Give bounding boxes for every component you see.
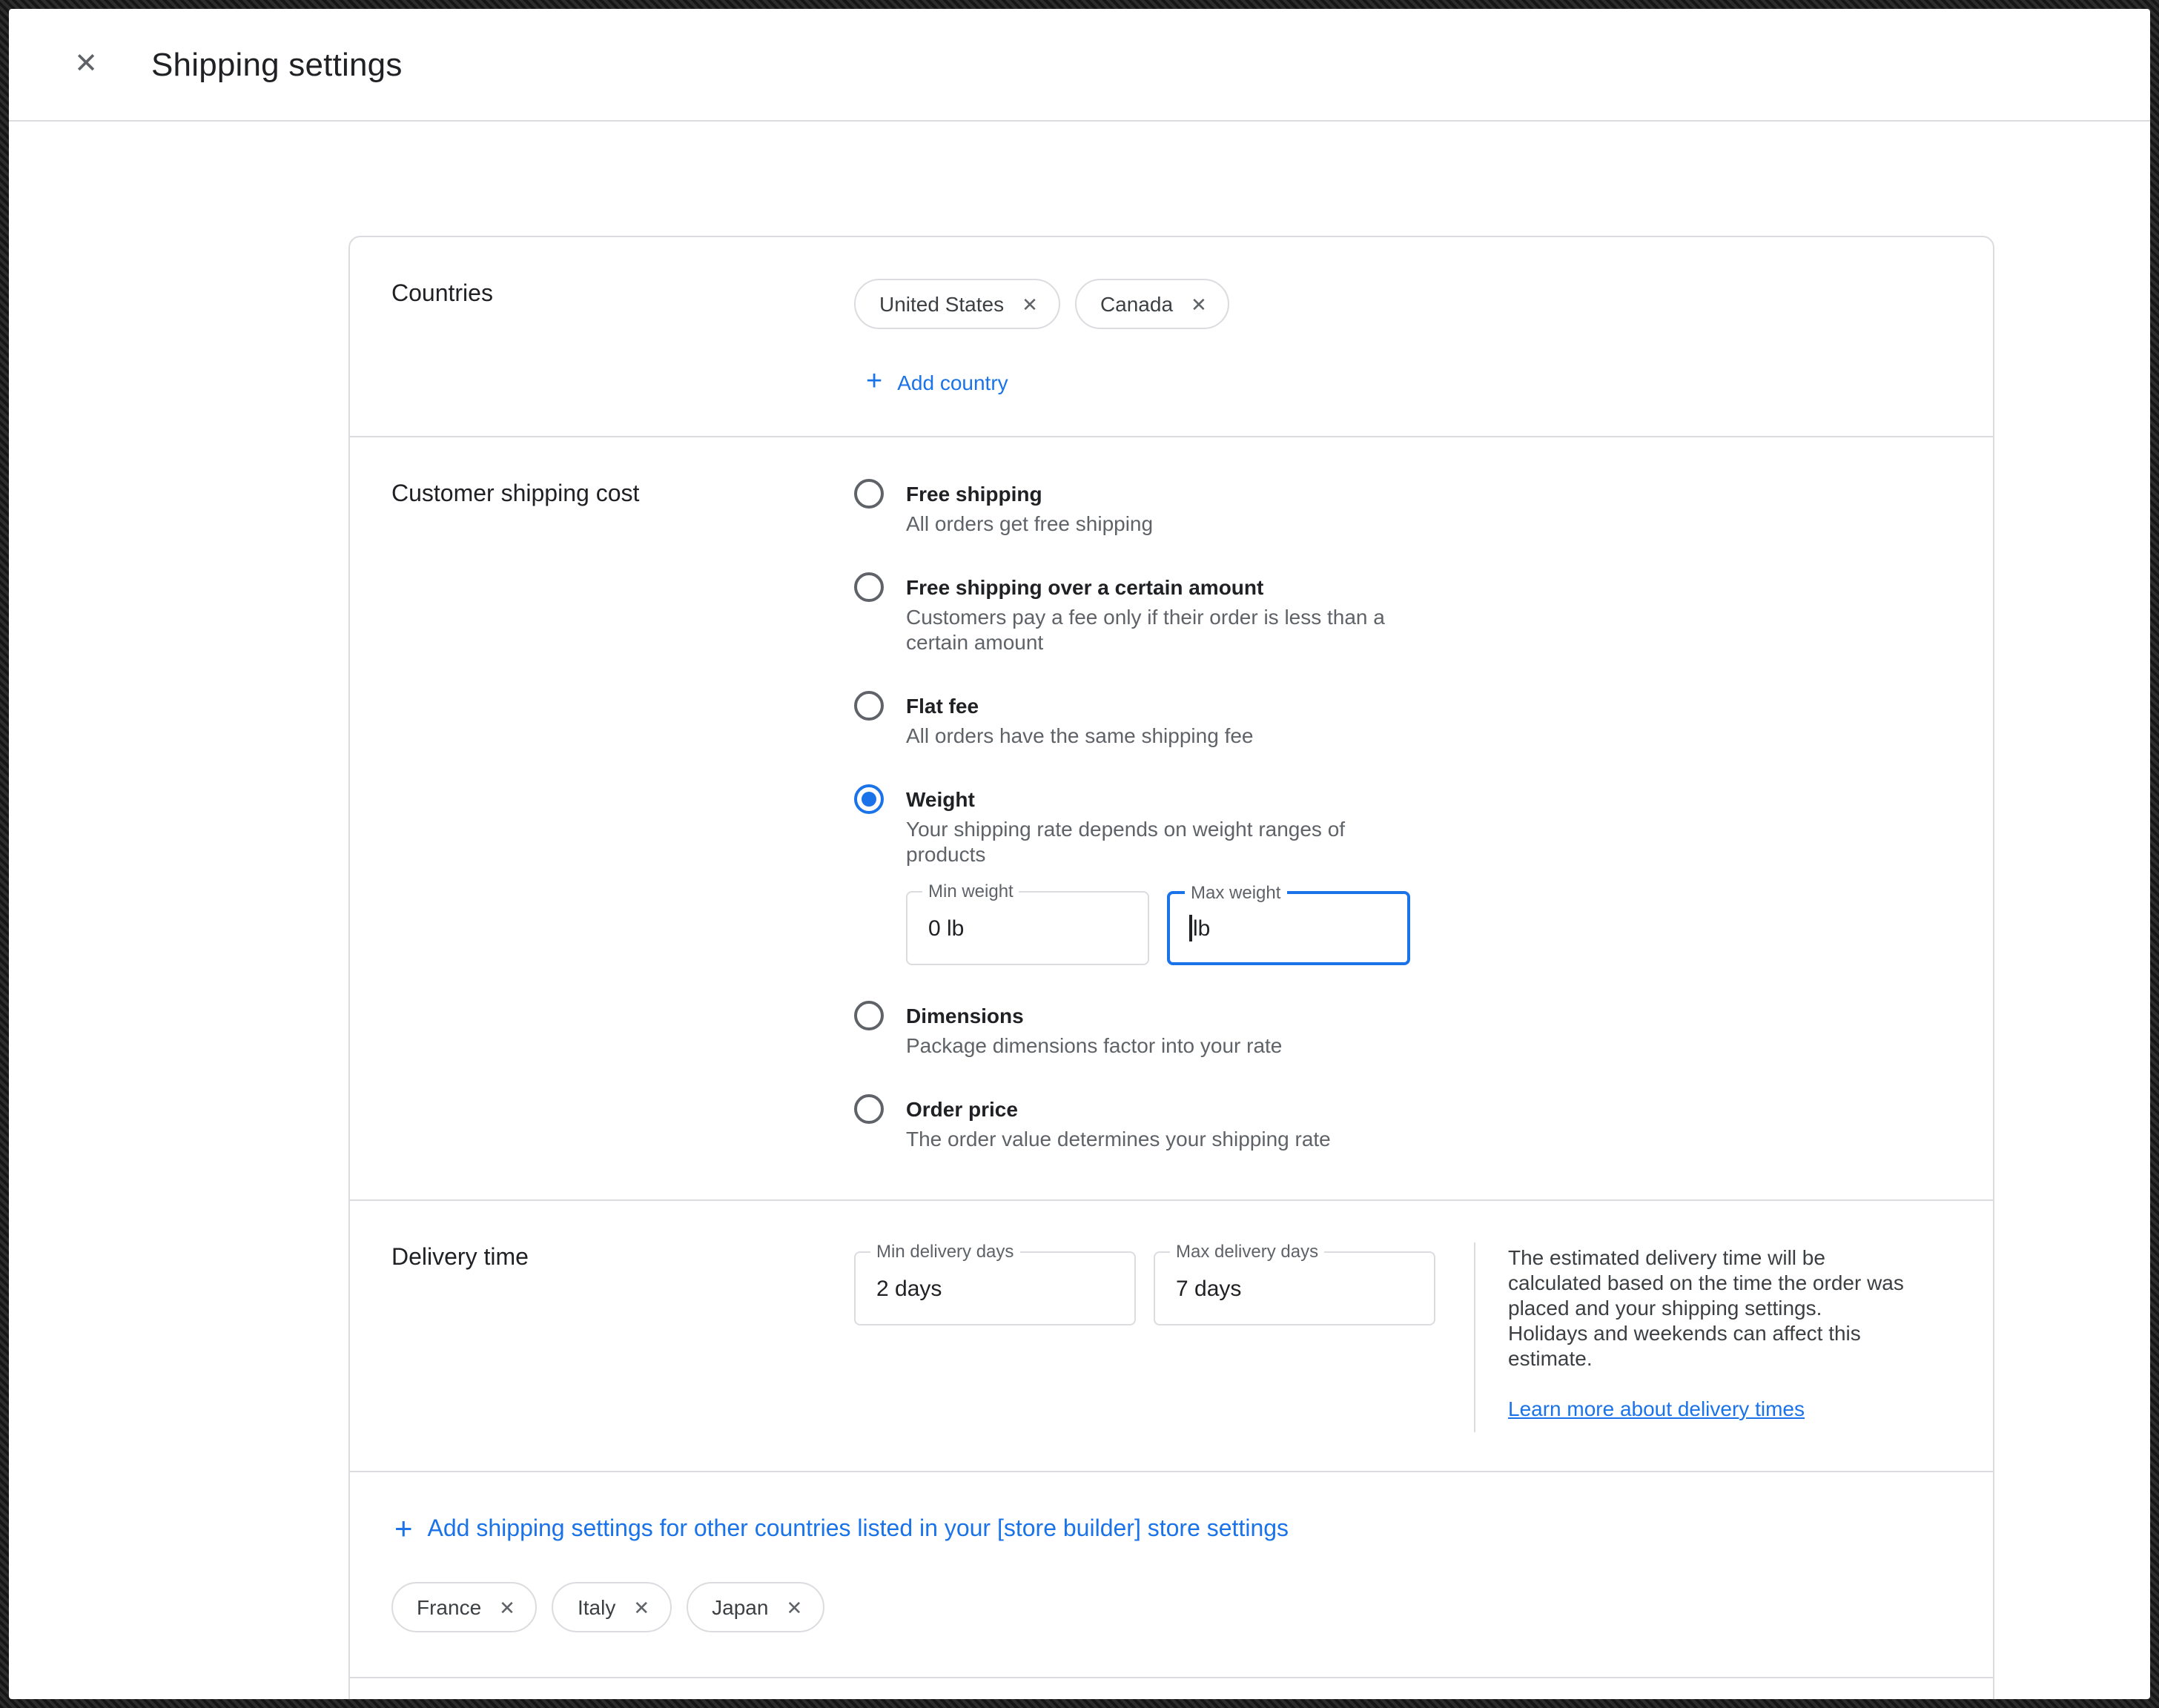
add-other-countries-label: Add shipping settings for other countrie… [428, 1516, 1289, 1543]
max-delivery-days-value: 7 days [1176, 1276, 1241, 1301]
page-title: Shipping settings [151, 45, 403, 84]
option-description: All orders have the same shipping fee [906, 724, 1254, 749]
country-chip-japan[interactable]: Japan ✕ [687, 1582, 824, 1632]
country-chip-united-states[interactable]: United States ✕ [854, 279, 1060, 329]
option-description: Package dimensions factor into your rate [906, 1033, 1282, 1059]
add-country-button[interactable]: + Add country [866, 368, 1008, 396]
shipping-settings-dialog: ✕ Shipping settings Countries United Sta… [9, 9, 2150, 1699]
free-shipping-radio-icon[interactable] [854, 479, 884, 509]
min-weight-field-label: Min weight [922, 881, 1019, 901]
chip-label: United States [879, 292, 1004, 316]
max-weight-input[interactable]: Max weight lb [1167, 891, 1410, 965]
radio-text: Weight Your shipping rate depends on wei… [906, 784, 1410, 965]
country-chip-france[interactable]: France ✕ [391, 1582, 538, 1632]
chip-label: France [417, 1595, 481, 1619]
plus-icon: + [866, 368, 882, 396]
radio-text: Order price The order value determines y… [906, 1094, 1331, 1152]
radio-option-free-shipping-over-amount[interactable]: Free shipping over a certain amount Cust… [854, 572, 1951, 655]
option-title: Order price [906, 1094, 1331, 1124]
countries-label: Countries [391, 279, 854, 397]
option-description: Your shipping rate depends on weight ran… [906, 817, 1410, 867]
free-shipping-over-amount-radio-icon[interactable] [854, 572, 884, 602]
radio-text: Dimensions Package dimensions factor int… [906, 1001, 1282, 1059]
country-chip-italy[interactable]: Italy ✕ [552, 1582, 672, 1632]
option-title: Weight [906, 784, 1410, 814]
radio-option-weight[interactable]: Weight Your shipping rate depends on wei… [854, 784, 1951, 965]
delivery-time-label: Delivery time [391, 1242, 854, 1432]
close-button[interactable]: ✕ [68, 47, 104, 82]
order-price-radio-icon[interactable] [854, 1094, 884, 1124]
screenshot-stage: ✕ Shipping settings Countries United Sta… [0, 0, 2159, 1708]
remove-japan-icon[interactable]: ✕ [786, 1598, 802, 1617]
option-title: Flat fee [906, 691, 1254, 721]
option-description: All orders get free shipping [906, 512, 1153, 537]
weight-fields: Min weight 0 lb Max weight lb [906, 891, 1410, 965]
delivery-note-text: The estimated delivery time will be calc… [1508, 1245, 1905, 1371]
min-delivery-days-input[interactable]: Min delivery days 2 days [854, 1251, 1136, 1325]
country-chip-row: United States ✕ Canada ✕ [854, 279, 1951, 329]
remove-canada-icon[interactable]: ✕ [1191, 294, 1207, 314]
min-delivery-days-field-label: Min delivery days [870, 1241, 1019, 1262]
countries-content: United States ✕ Canada ✕ + Add country [854, 279, 1951, 397]
dimensions-radio-icon[interactable] [854, 1001, 884, 1030]
footer-actions: Save Back [350, 1677, 1993, 1699]
other-countries-section: + Add shipping settings for other countr… [350, 1471, 1993, 1677]
radio-text: Free shipping All orders get free shippi… [906, 479, 1153, 537]
option-title: Free shipping over a certain amount [906, 572, 1410, 602]
radio-option-free-shipping[interactable]: Free shipping All orders get free shippi… [854, 479, 1951, 537]
settings-card: Countries United States ✕ Canada ✕ + [348, 236, 1994, 1699]
max-delivery-days-input[interactable]: Max delivery days 7 days [1154, 1251, 1435, 1325]
option-title: Dimensions [906, 1001, 1282, 1030]
radio-text: Free shipping over a certain amount Cust… [906, 572, 1410, 655]
country-chip-canada[interactable]: Canada ✕ [1075, 279, 1229, 329]
chip-label: Japan [712, 1595, 768, 1619]
add-other-countries-button[interactable]: + Add shipping settings for other countr… [394, 1514, 1289, 1545]
weight-radio-icon[interactable] [854, 784, 884, 814]
chip-label: Italy [578, 1595, 615, 1619]
min-weight-value: 0 lb [928, 916, 964, 941]
max-weight-value: lb [1189, 915, 1210, 941]
shipping-cost-label: Customer shipping cost [391, 479, 854, 1161]
option-title: Free shipping [906, 479, 1153, 509]
min-weight-input[interactable]: Min weight 0 lb [906, 891, 1149, 965]
close-icon: ✕ [74, 50, 98, 79]
max-weight-suffix: lb [1193, 916, 1210, 941]
min-delivery-days-value: 2 days [876, 1276, 942, 1301]
delivery-times-link[interactable]: Learn more about delivery times [1508, 1397, 1805, 1420]
delivery-content: Min delivery days 2 days Max delivery da… [854, 1242, 1951, 1432]
option-description: Customers pay a fee only if their order … [906, 605, 1410, 655]
max-weight-field-label: Max weight [1185, 882, 1286, 903]
delivery-time-section: Delivery time Min delivery days 2 days M… [350, 1199, 1993, 1471]
radio-text: Flat fee All orders have the same shippi… [906, 691, 1254, 749]
shipping-cost-options: Free shipping All orders get free shippi… [854, 479, 1951, 1161]
dialog-header: ✕ Shipping settings [9, 9, 2150, 122]
dialog-body: Countries United States ✕ Canada ✕ + [9, 122, 2150, 1699]
screenshot-frame: ✕ Shipping settings Countries United Sta… [0, 0, 2159, 1708]
flat-fee-radio-icon[interactable] [854, 691, 884, 721]
text-cursor [1189, 915, 1191, 941]
delivery-note: The estimated delivery time will be calc… [1508, 1242, 1905, 1432]
vertical-divider [1474, 1242, 1475, 1432]
max-delivery-days-field-label: Max delivery days [1170, 1241, 1324, 1262]
delivery-fields: Min delivery days 2 days Max delivery da… [854, 1242, 1435, 1432]
chip-label: Canada [1100, 292, 1173, 316]
add-country-label: Add country [897, 370, 1008, 394]
radio-option-flat-fee[interactable]: Flat fee All orders have the same shippi… [854, 691, 1951, 749]
shipping-cost-section: Customer shipping cost Free shipping All… [350, 436, 1993, 1199]
other-country-chip-row: France ✕ Italy ✕ Japan ✕ [391, 1582, 1951, 1632]
plus-icon: + [394, 1514, 413, 1545]
option-description: The order value determines your shipping… [906, 1127, 1331, 1152]
remove-united-states-icon[interactable]: ✕ [1022, 294, 1038, 314]
countries-section: Countries United States ✕ Canada ✕ + [350, 237, 1993, 436]
remove-france-icon[interactable]: ✕ [499, 1598, 515, 1617]
radio-option-dimensions[interactable]: Dimensions Package dimensions factor int… [854, 1001, 1951, 1059]
radio-option-order-price[interactable]: Order price The order value determines y… [854, 1094, 1951, 1152]
remove-italy-icon[interactable]: ✕ [633, 1598, 649, 1617]
